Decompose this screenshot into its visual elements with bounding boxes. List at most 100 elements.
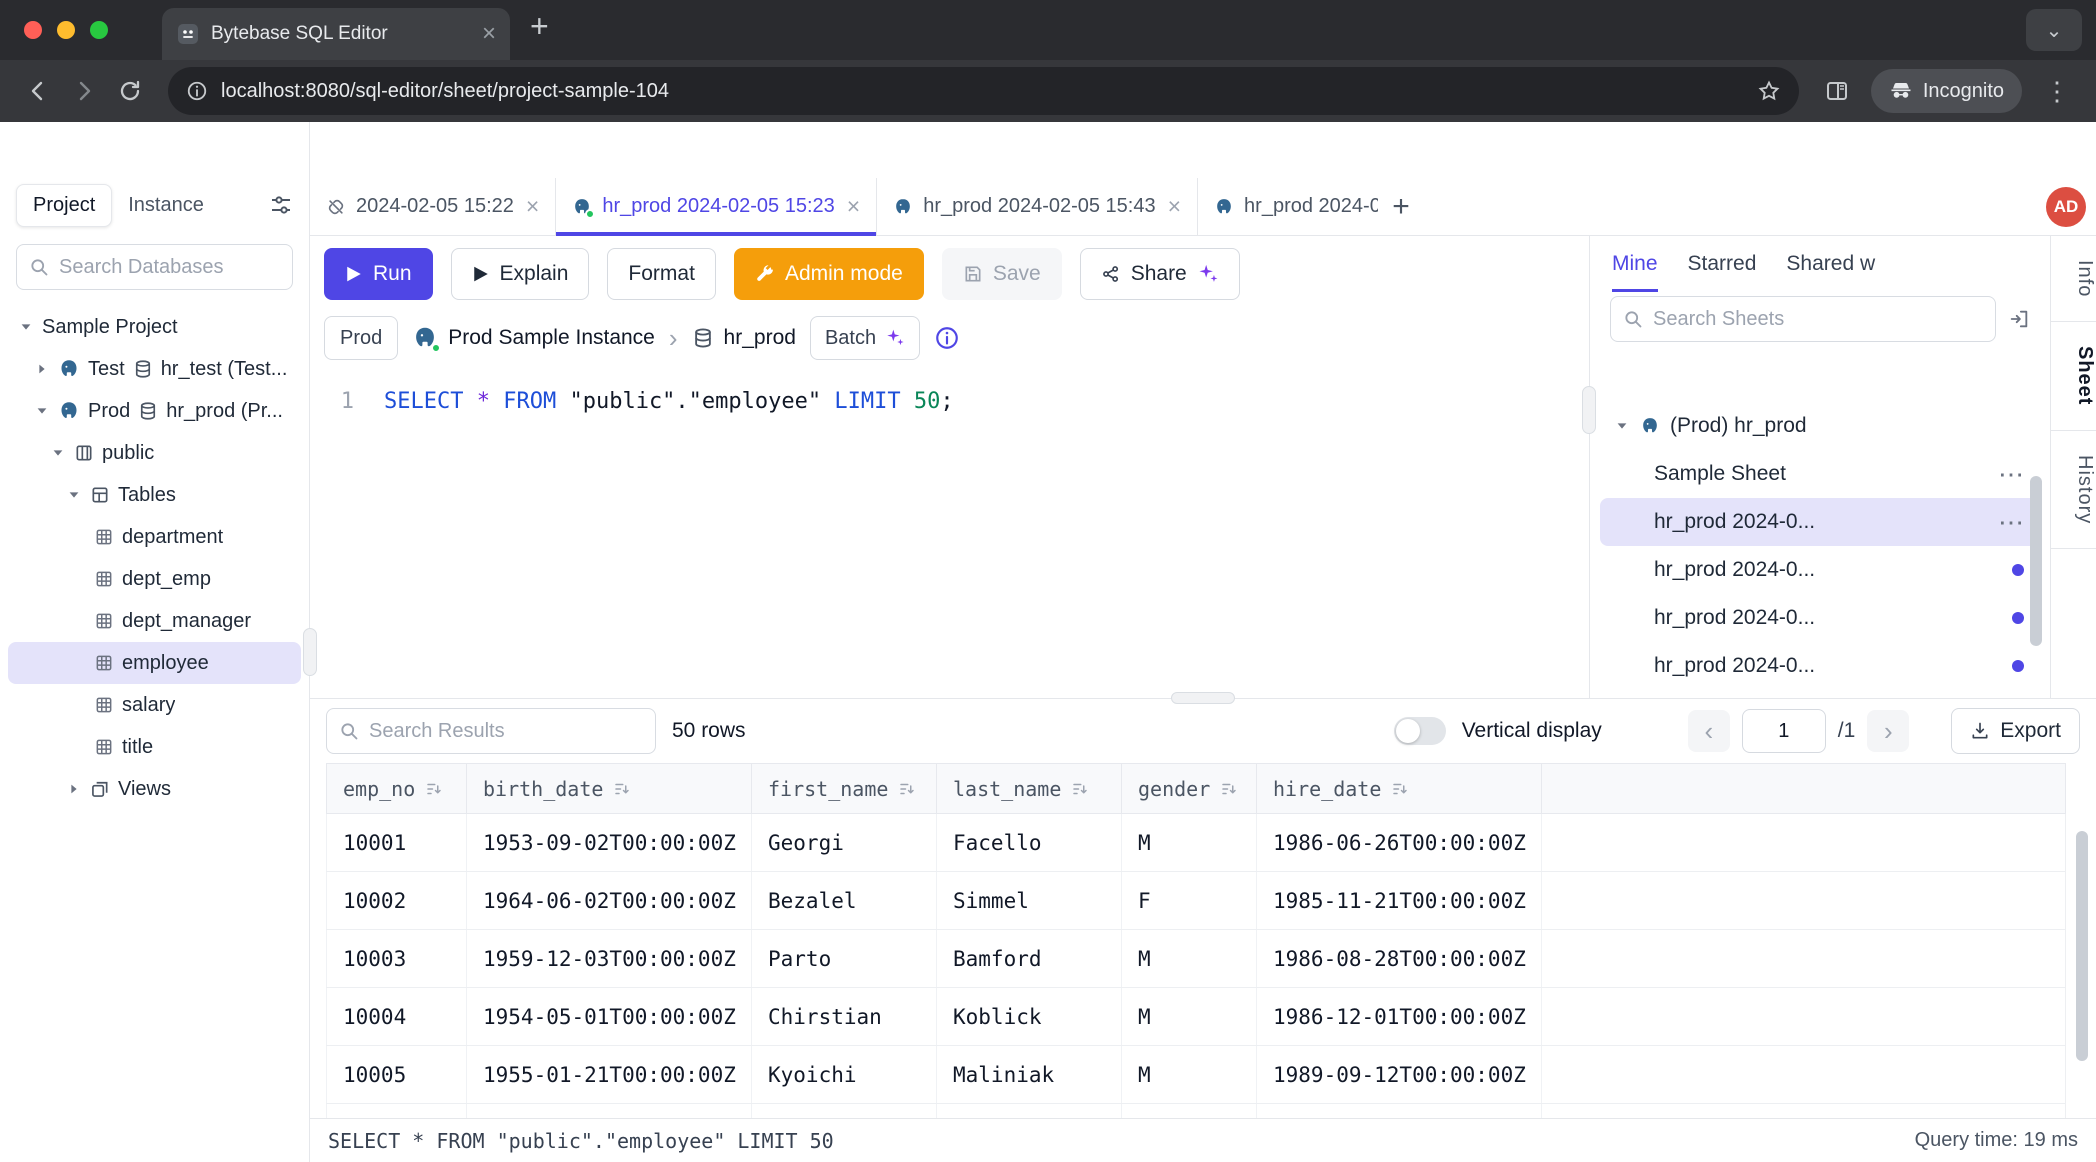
cell[interactable]: Simmel — [937, 872, 1122, 930]
column-header-hire-date[interactable]: hire_date — [1257, 764, 1542, 814]
cell[interactable]: Koblick — [937, 988, 1122, 1046]
cell[interactable]: M — [1122, 1046, 1257, 1104]
cell[interactable]: 1953-09-02T00:00:00Z — [467, 814, 752, 872]
sheet-group[interactable]: (Prod) hr_prod — [1590, 402, 2050, 450]
sql-code-line[interactable]: SELECT * FROM "public"."employee" LIMIT … — [368, 384, 1589, 698]
share-button[interactable]: Share — [1080, 248, 1240, 300]
sort-icon[interactable] — [898, 780, 916, 798]
more-actions-icon[interactable]: ⋯ — [1998, 461, 2024, 487]
instance-selector[interactable]: Prod Sample Instance — [412, 325, 655, 351]
editor-tab-3[interactable]: hr_prod 2024-02-05 15:43 × — [877, 178, 1198, 235]
cell[interactable]: 10003 — [327, 930, 467, 988]
column-header-gender[interactable]: gender — [1122, 764, 1257, 814]
cell[interactable]: Kyoichi — [752, 1046, 937, 1104]
tree-item-table-title[interactable]: title — [8, 726, 301, 768]
editor-tab-4[interactable]: hr_prod 2024-0 — [1198, 178, 1378, 235]
close-tab-icon[interactable]: × — [526, 195, 539, 218]
cell[interactable]: Facello — [937, 814, 1122, 872]
tab-starred[interactable]: Starred — [1688, 236, 1757, 292]
editor-tab-1[interactable]: 2024-02-05 15:22 × — [310, 178, 556, 235]
browser-tab[interactable]: Bytebase SQL Editor × — [162, 8, 510, 60]
chevron-down-icon[interactable] — [1614, 419, 1630, 433]
panel-resize-handle[interactable] — [1582, 386, 1596, 434]
chevron-down-icon[interactable] — [66, 488, 82, 502]
database-search-input[interactable] — [59, 256, 280, 279]
sort-icon[interactable] — [425, 780, 443, 798]
cell[interactable]: Preusig — [937, 1104, 1122, 1119]
column-header-birth-date[interactable]: birth_date — [467, 764, 752, 814]
column-header-emp-no[interactable]: emp_no — [327, 764, 467, 814]
cell[interactable]: Chirstian — [752, 988, 937, 1046]
cell[interactable]: 10001 — [327, 814, 467, 872]
cell[interactable]: Parto — [752, 930, 937, 988]
tree-item-prod-database[interactable]: Prod hr_prod (Pr... — [8, 390, 301, 432]
sort-icon[interactable] — [1220, 780, 1238, 798]
cell[interactable]: 10002 — [327, 872, 467, 930]
cell[interactable]: 1955-01-21T00:00:00Z — [467, 1046, 752, 1104]
cell[interactable]: 10004 — [327, 988, 467, 1046]
editor-tab-2-active[interactable]: hr_prod 2024-02-05 15:23 × — [556, 178, 877, 235]
vertical-display-toggle[interactable] — [1394, 717, 1446, 745]
tab-mine[interactable]: Mine — [1612, 236, 1658, 292]
site-info-icon[interactable] — [186, 80, 208, 102]
user-avatar[interactable]: AD — [2046, 187, 2086, 227]
new-sheet-tab-button[interactable]: + — [1378, 178, 1424, 235]
split-view-icon[interactable] — [1817, 71, 1857, 111]
cell[interactable]: 10005 — [327, 1046, 467, 1104]
url-bar[interactable]: localhost:8080/sql-editor/sheet/project-… — [168, 67, 1799, 115]
results-search[interactable] — [326, 708, 656, 754]
column-header-last-name[interactable]: last_name — [937, 764, 1122, 814]
admin-mode-button[interactable]: Admin mode — [734, 248, 924, 300]
chevron-right-icon[interactable] — [34, 362, 50, 376]
close-tab-icon[interactable]: × — [1168, 195, 1181, 218]
tree-item-table-dept-emp[interactable]: dept_emp — [8, 558, 301, 600]
new-tab-button[interactable]: + — [530, 10, 549, 42]
browser-menu-icon[interactable]: ⋮ — [2036, 76, 2078, 107]
close-window-button[interactable] — [24, 21, 42, 39]
cell[interactable]: 1989-09-12T00:00:00Z — [1257, 1046, 1542, 1104]
tab-sheet[interactable]: Sheet — [2051, 322, 2096, 430]
collapse-panel-icon[interactable] — [2008, 308, 2030, 330]
bookmark-star-icon[interactable] — [1757, 79, 1781, 103]
tree-item-project[interactable]: Sample Project — [8, 306, 301, 348]
scrollbar[interactable] — [2076, 831, 2088, 1061]
close-tab-icon[interactable]: × — [847, 195, 860, 218]
tree-item-table-salary[interactable]: salary — [8, 684, 301, 726]
cell[interactable]: M — [1122, 930, 1257, 988]
chevron-down-icon[interactable] — [34, 404, 50, 418]
tab-instance[interactable]: Instance — [112, 185, 220, 226]
save-button[interactable]: Save — [942, 248, 1062, 300]
run-button[interactable]: Run — [324, 248, 433, 300]
info-icon[interactable] — [934, 325, 960, 351]
sort-icon[interactable] — [1071, 780, 1089, 798]
cell[interactable]: F — [1122, 1104, 1257, 1119]
cell[interactable]: 1989-06-02T00:00:00Z — [1257, 1104, 1542, 1119]
tree-item-views-group[interactable]: Views — [8, 768, 301, 810]
reload-button[interactable] — [110, 71, 150, 111]
cell[interactable]: 1953-04-20T00:00:00Z — [467, 1104, 752, 1119]
filter-settings-icon[interactable] — [269, 193, 293, 217]
database-selector[interactable]: hr_prod — [692, 326, 796, 350]
cell[interactable]: 1986-12-01T00:00:00Z — [1257, 988, 1542, 1046]
tree-item-table-dept-manager[interactable]: dept_manager — [8, 600, 301, 642]
zoom-window-button[interactable] — [90, 21, 108, 39]
cell[interactable]: M — [1122, 814, 1257, 872]
more-actions-icon[interactable]: ⋯ — [1998, 509, 2024, 535]
sheets-search[interactable] — [1610, 296, 1996, 342]
scrollbar[interactable] — [2030, 476, 2042, 646]
tab-info[interactable]: Info — [2051, 236, 2096, 322]
batch-button[interactable]: Batch — [810, 316, 920, 360]
format-button[interactable]: Format — [607, 248, 716, 300]
sidebar-resize-handle[interactable] — [303, 628, 317, 676]
back-button[interactable] — [18, 71, 58, 111]
sql-editor[interactable]: 1 SELECT * FROM "public"."employee" LIMI… — [310, 372, 1589, 698]
tab-shared[interactable]: Shared w — [1786, 236, 1875, 292]
cell[interactable]: Bezalel — [752, 872, 937, 930]
chevron-right-icon[interactable] — [66, 782, 82, 796]
sheet-item[interactable]: hr_prod 2024-0... — [1600, 642, 2040, 690]
export-button[interactable]: Export — [1951, 708, 2080, 754]
cell[interactable]: 10006 — [327, 1104, 467, 1119]
sheet-item[interactable]: Sample Sheet ⋯ — [1600, 450, 2040, 498]
cell[interactable]: M — [1122, 988, 1257, 1046]
database-search[interactable] — [16, 244, 293, 290]
